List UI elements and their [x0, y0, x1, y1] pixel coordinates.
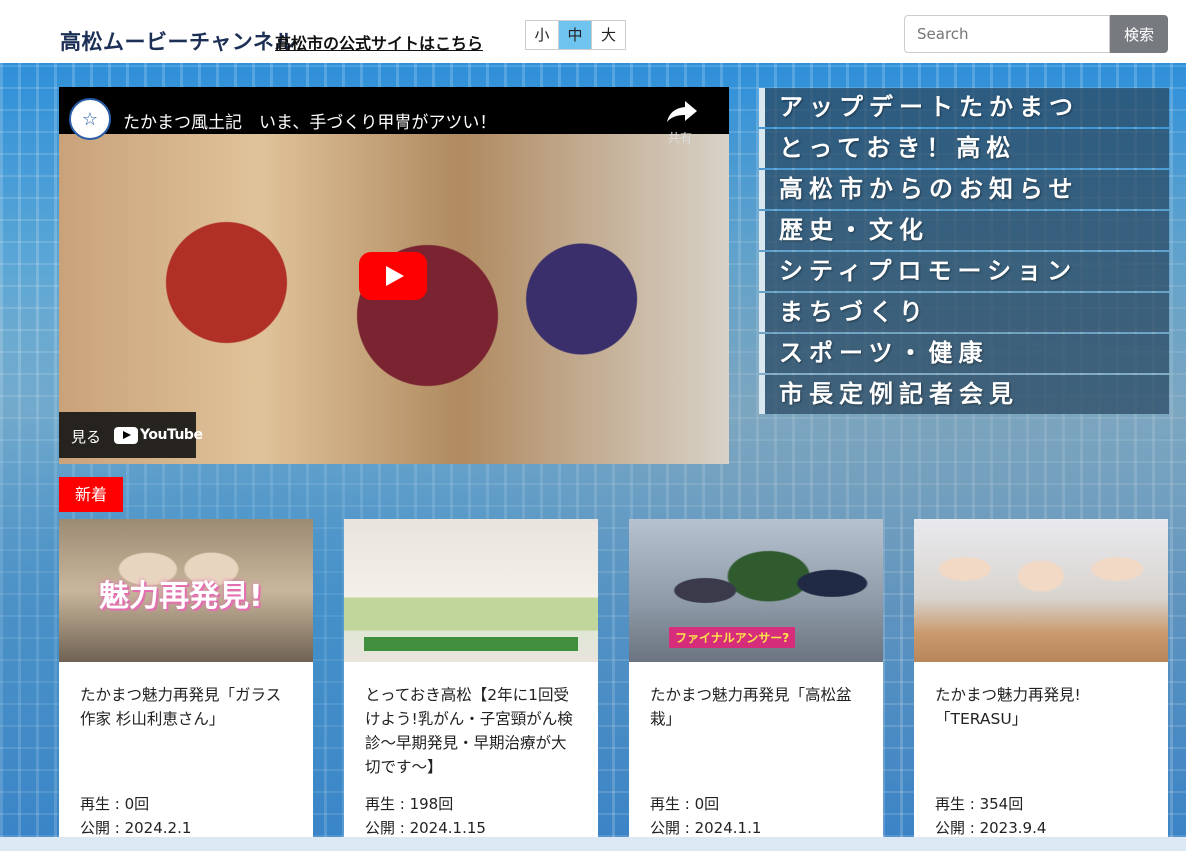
- category-city-notices[interactable]: 高松市からのお知らせ: [759, 170, 1169, 209]
- share-label[interactable]: 共有: [668, 129, 692, 146]
- video-card-thumbnail[interactable]: 魅力再発見!: [59, 519, 313, 662]
- thumbnail-caption: ファイナルアンサー?: [669, 627, 796, 648]
- font-size-large-button[interactable]: 大: [592, 21, 625, 49]
- footer-strip: [0, 837, 1186, 851]
- video-card[interactable]: ファイナルアンサー? たかまつ魅力再発見「高松盆栽」 再生 : 0回 公開 : …: [629, 519, 883, 837]
- video-card-plays: 再生 : 0回: [80, 795, 150, 813]
- video-card-date: 公開 : 2024.1.15: [365, 819, 486, 837]
- share-icon[interactable]: [665, 99, 699, 123]
- video-card-date: 公開 : 2023.9.4: [935, 819, 1047, 837]
- category-city-promotion[interactable]: シティプロモーション: [759, 252, 1169, 291]
- category-sports-health[interactable]: スポーツ・健康: [759, 334, 1169, 373]
- category-menu: アップデートたかまつ とっておき！高松 高松市からのお知らせ 歴史・文化 シティ…: [759, 88, 1169, 416]
- youtube-wordmark: YouTube: [140, 427, 203, 443]
- video-title[interactable]: たかまつ風土記 いま、手づくり甲冑がアツい！: [123, 108, 496, 133]
- video-card-thumbnail[interactable]: ファイナルアンサー?: [629, 519, 883, 662]
- video-card-thumbnail[interactable]: [914, 519, 1168, 662]
- video-card-plays: 再生 : 0回: [650, 795, 720, 813]
- video-card-title[interactable]: たかまつ魅力再発見「ガラス作家 杉山利恵さん」: [80, 683, 295, 731]
- video-card-date: 公開 : 2024.1.1: [650, 819, 762, 837]
- site-header: 高松ムービーチャンネル 高松市の公式サイトはこちら 小 中 大 検索: [0, 6, 1186, 63]
- video-card-title[interactable]: たかまつ魅力再発見!「TERASU」: [935, 683, 1150, 731]
- category-machizukuri[interactable]: まちづくり: [759, 293, 1169, 332]
- video-card-plays: 再生 : 198回: [365, 795, 454, 813]
- video-card-plays: 再生 : 354回: [935, 795, 1024, 813]
- video-card[interactable]: 魅力再発見! たかまつ魅力再発見「ガラス作家 杉山利恵さん」 再生 : 0回 公…: [59, 519, 313, 837]
- official-site-link[interactable]: 高松市の公式サイトはこちら: [275, 30, 483, 54]
- search-button[interactable]: 検索: [1110, 15, 1168, 53]
- category-update-takamatsu[interactable]: アップデートたかまつ: [759, 88, 1169, 127]
- play-button[interactable]: [359, 252, 427, 300]
- watch-on-youtube-bar[interactable]: 見る YouTube: [59, 412, 203, 458]
- youtube-logo-icon: [114, 427, 138, 444]
- watch-label: 見る: [71, 428, 102, 446]
- font-size-small-button[interactable]: 小: [526, 21, 559, 49]
- video-card[interactable]: とっておき高松【2年に1回受けよう!乳がん・子宮頸がん検診～早期発見・早期治療が…: [344, 519, 598, 837]
- video-card-title[interactable]: とっておき高松【2年に1回受けよう!乳がん・子宮頸がん検診～早期発見・早期治療が…: [365, 683, 580, 779]
- thumbnail-info-bar: [364, 637, 578, 651]
- category-mayor-press-conference[interactable]: 市長定例記者会見: [759, 375, 1169, 414]
- video-card-title[interactable]: たかまつ魅力再発見「高松盆栽」: [650, 683, 865, 731]
- featured-video-player[interactable]: ☆ たかまつ風土記 いま、手づくり甲冑がアツい！ 共有 見る YouTube: [59, 87, 729, 464]
- font-size-medium-button[interactable]: 中: [559, 21, 592, 49]
- new-arrivals-badge: 新着: [59, 477, 123, 512]
- category-totteoki-takamatsu[interactable]: とっておき！高松: [759, 129, 1169, 168]
- channel-logo-icon[interactable]: ☆: [69, 98, 111, 140]
- video-card[interactable]: たかまつ魅力再発見!「TERASU」 再生 : 354回 公開 : 2023.9…: [914, 519, 1168, 837]
- site-title[interactable]: 高松ムービーチャンネル: [60, 26, 296, 56]
- font-size-switcher: 小 中 大: [525, 20, 626, 50]
- thumbnail-caption: 魅力再発見!: [99, 579, 263, 614]
- search-input[interactable]: [904, 15, 1110, 53]
- category-history-culture[interactable]: 歴史・文化: [759, 211, 1169, 250]
- video-card-date: 公開 : 2024.2.1: [80, 819, 192, 837]
- video-card-thumbnail[interactable]: [344, 519, 598, 662]
